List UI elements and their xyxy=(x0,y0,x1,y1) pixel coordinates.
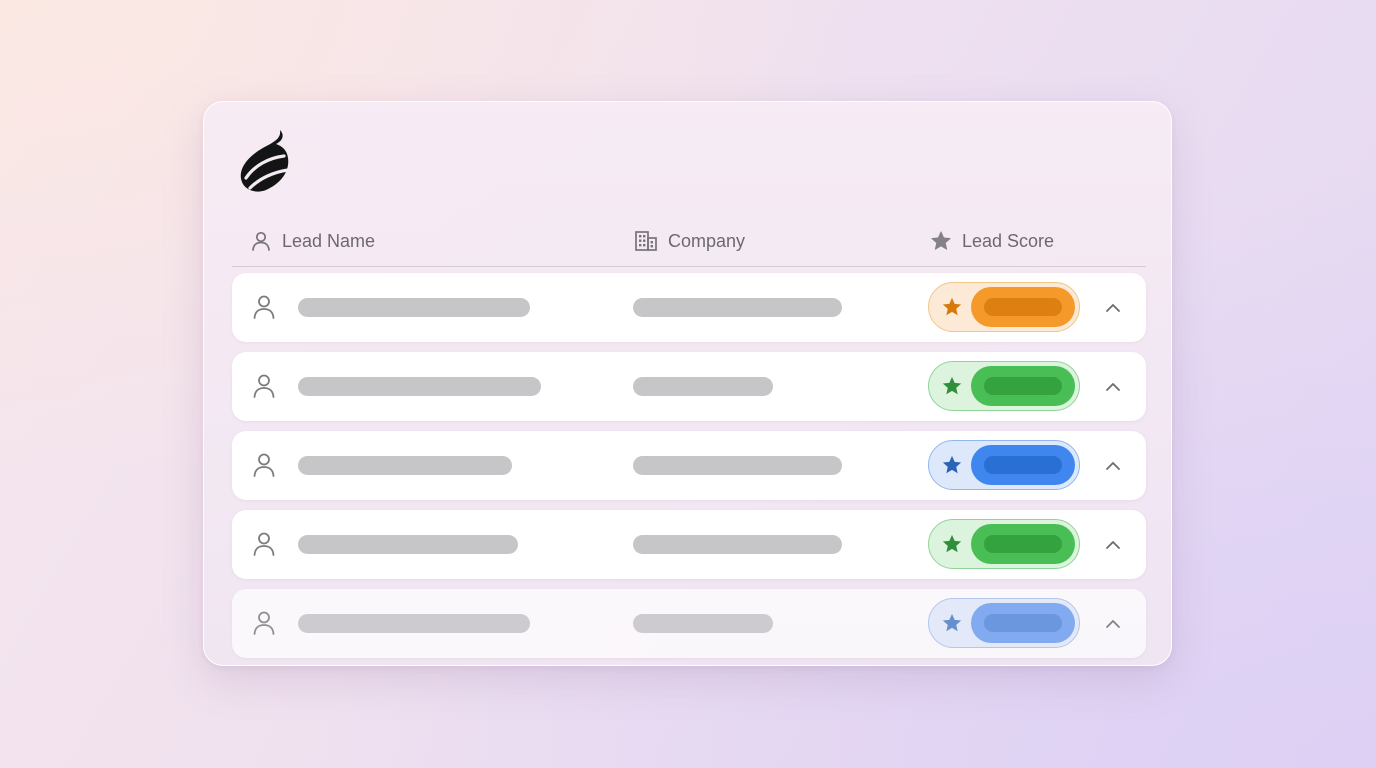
company-skeleton xyxy=(633,377,773,396)
lead-name-skeleton xyxy=(298,298,530,317)
chevron-up-icon[interactable] xyxy=(1102,455,1124,477)
lead-name-skeleton xyxy=(298,377,541,396)
chevron-up-icon[interactable] xyxy=(1102,613,1124,635)
company-skeleton xyxy=(633,614,773,633)
company-skeleton xyxy=(633,298,842,317)
lead-score-badge xyxy=(928,519,1080,569)
column-header-lead-score[interactable]: Lead Score xyxy=(930,230,1054,252)
score-pill xyxy=(971,445,1075,485)
lead-score-badge xyxy=(928,440,1080,490)
table-row[interactable] xyxy=(232,352,1146,421)
star-icon xyxy=(942,534,962,553)
column-label-lead-score: Lead Score xyxy=(962,230,1055,251)
chevron-up-icon[interactable] xyxy=(1102,534,1124,556)
score-pill xyxy=(971,524,1075,564)
company-skeleton xyxy=(633,535,842,554)
star-icon xyxy=(942,297,962,316)
table-header: Lead Name Company Lead Score xyxy=(232,220,1146,267)
lead-name-skeleton xyxy=(298,535,518,554)
star-icon xyxy=(942,455,962,474)
column-header-lead-name[interactable]: Lead Name xyxy=(250,230,375,252)
user-icon xyxy=(253,611,275,635)
column-header-company[interactable]: Company xyxy=(634,230,745,252)
flame-leaf-logo-icon xyxy=(240,130,290,192)
star-icon xyxy=(942,613,962,632)
building-icon xyxy=(635,231,657,251)
table-row[interactable] xyxy=(232,431,1146,500)
brand-logo xyxy=(236,128,292,194)
column-label-company: Company xyxy=(668,230,746,251)
table-row[interactable] xyxy=(232,589,1146,658)
star-icon xyxy=(931,231,951,250)
user-icon xyxy=(253,532,275,556)
lead-score-badge xyxy=(928,361,1080,411)
table-row[interactable] xyxy=(232,510,1146,579)
score-pill xyxy=(971,603,1075,643)
lead-score-badge xyxy=(928,282,1080,332)
chevron-up-icon[interactable] xyxy=(1102,376,1124,398)
user-icon xyxy=(253,453,275,477)
lead-name-skeleton xyxy=(298,456,512,475)
user-icon xyxy=(253,374,275,398)
score-pill xyxy=(971,287,1075,327)
user-icon xyxy=(252,231,270,251)
lead-score-badge xyxy=(928,598,1080,648)
table-row[interactable] xyxy=(232,273,1146,342)
user-icon xyxy=(253,295,275,319)
lead-name-skeleton xyxy=(298,614,530,633)
chevron-up-icon[interactable] xyxy=(1102,297,1124,319)
leads-list xyxy=(232,273,1146,668)
column-label-lead-name: Lead Name xyxy=(282,230,376,251)
score-pill xyxy=(971,366,1075,406)
leads-card: Lead Name Company Lead Score xyxy=(203,101,1172,666)
star-icon xyxy=(942,376,962,395)
company-skeleton xyxy=(633,456,842,475)
